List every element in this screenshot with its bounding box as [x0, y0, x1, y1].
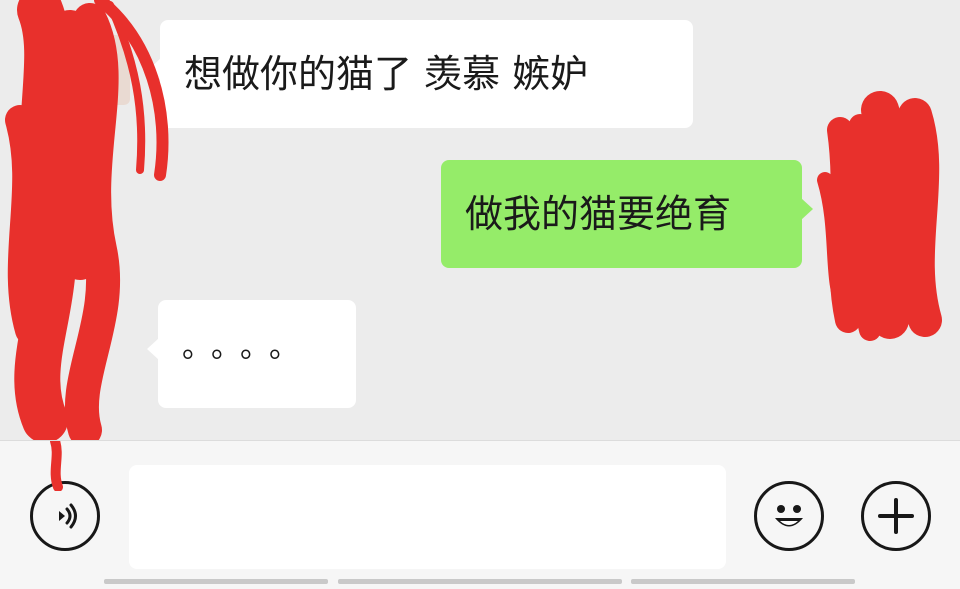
emoji-icon: [775, 505, 803, 527]
my-avatar[interactable]: [830, 170, 860, 265]
emoji-button[interactable]: [754, 481, 824, 551]
redaction-scribble: [50, 441, 63, 491]
outgoing-message-bubble[interactable]: 做我的猫要绝育: [441, 160, 813, 268]
message-input[interactable]: [129, 465, 726, 569]
contact-avatar[interactable]: [100, 35, 130, 105]
incoming-message-bubble[interactable]: 。。。。: [147, 300, 356, 408]
plus-icon: [878, 498, 914, 534]
chat-input-bar: [0, 440, 960, 589]
message-text: 。。。。: [182, 330, 313, 365]
message-text: 做我的猫要绝育: [465, 192, 732, 236]
more-functions-button[interactable]: [861, 481, 931, 551]
toolbar-divider: [338, 579, 622, 584]
incoming-message-bubble[interactable]: 想做你的猫了 羡慕 嫉妒: [149, 20, 693, 128]
toolbar-divider: [104, 579, 328, 584]
toolbar-divider: [631, 579, 855, 584]
chat-message-list[interactable]: 想做你的猫了 羡慕 嫉妒 做我的猫要绝育 。。。。: [0, 0, 960, 440]
voice-input-icon: [59, 503, 77, 529]
voice-input-button[interactable]: [30, 481, 100, 551]
message-text: 想做你的猫了 羡慕 嫉妒: [184, 52, 589, 96]
